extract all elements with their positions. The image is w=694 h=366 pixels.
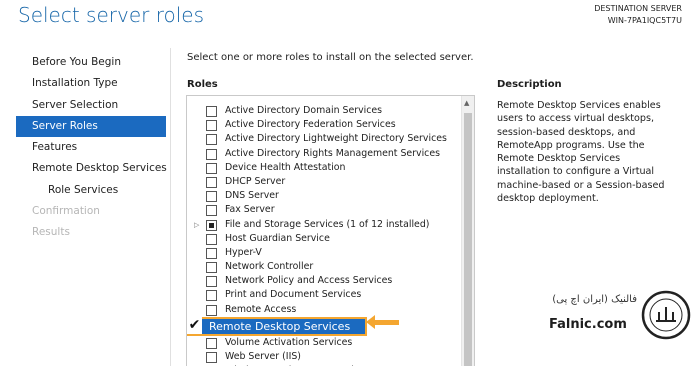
role-row-active-directory-lightweight-directory-services[interactable]: Active Directory Lightweight Directory S… bbox=[187, 132, 459, 146]
role-row-network-controller[interactable]: Network Controller bbox=[187, 260, 459, 274]
role-row-active-directory-domain-services[interactable]: Active Directory Domain Services bbox=[187, 104, 459, 118]
role-checkbox[interactable] bbox=[206, 106, 217, 117]
role-label: Hyper-V bbox=[225, 246, 262, 258]
role-label: Host Guardian Service bbox=[225, 232, 330, 244]
role-label: DNS Server bbox=[225, 190, 279, 202]
role-row-remote-desktop-services[interactable]: ✔ Remote Desktop Services bbox=[187, 316, 459, 336]
nav-item-before-you-begin[interactable]: Before You Begin bbox=[16, 52, 166, 73]
role-row-remote-access[interactable]: Remote Access bbox=[187, 303, 459, 317]
scroll-up-arrow-icon[interactable]: ▲ bbox=[464, 99, 469, 107]
roles-scrollbar[interactable]: ▲ bbox=[461, 96, 474, 366]
role-checkbox[interactable] bbox=[206, 290, 217, 302]
role-label: Remote Access bbox=[225, 303, 297, 315]
destination-server-block: DESTINATION SERVER WIN-7PA1IQC5T7U bbox=[594, 3, 682, 27]
watermark: فالنیک (ایران اچ پی) Falnic.com bbox=[545, 290, 694, 350]
nav-item-confirmation: Confirmation bbox=[32, 205, 100, 218]
scroll-thumb[interactable] bbox=[464, 113, 472, 366]
role-label: DHCP Server bbox=[225, 175, 286, 187]
role-checkbox[interactable] bbox=[206, 262, 217, 274]
role-checkbox[interactable] bbox=[206, 233, 217, 245]
role-checkbox[interactable] bbox=[206, 148, 217, 160]
role-label: Print and Document Services bbox=[225, 289, 362, 301]
role-checkbox[interactable] bbox=[206, 134, 217, 146]
role-label: Remote Desktop Services bbox=[209, 319, 351, 333]
roles-list: Active Directory Domain Services Active D… bbox=[187, 104, 459, 366]
nav-item-role-services[interactable]: Role Services bbox=[16, 180, 166, 201]
role-checkbox[interactable] bbox=[206, 337, 217, 349]
role-row-active-directory-rights-management-services[interactable]: Active Directory Rights Management Servi… bbox=[187, 147, 459, 161]
role-row-fax-server[interactable]: Fax Server bbox=[187, 203, 459, 217]
role-checkbox[interactable]: ✔ bbox=[187, 316, 203, 334]
nav-item-features[interactable]: Features bbox=[16, 137, 166, 158]
role-checkbox[interactable] bbox=[206, 120, 217, 132]
role-label: Active Directory Rights Management Servi… bbox=[225, 147, 440, 159]
role-row-device-health-attestation[interactable]: Device Health Attestation bbox=[187, 161, 459, 175]
destination-label: DESTINATION SERVER bbox=[594, 4, 682, 13]
role-label: Volume Activation Services bbox=[225, 336, 353, 348]
role-label: Fax Server bbox=[225, 204, 275, 216]
role-row-active-directory-federation-services[interactable]: Active Directory Federation Services bbox=[187, 118, 459, 132]
role-row-file-and-storage-services-1-of-12-installed[interactable]: ▷ File and Storage Services (1 of 12 inst… bbox=[187, 218, 459, 232]
description-heading: Description bbox=[497, 79, 562, 90]
role-row-print-and-document-services[interactable]: Print and Document Services bbox=[187, 288, 459, 302]
destination-server-name: WIN-7PA1IQC5T7U bbox=[607, 16, 682, 25]
watermark-site-name: Falnic.com bbox=[549, 317, 627, 332]
role-row-hyper-v[interactable]: Hyper-V bbox=[187, 246, 459, 260]
role-label: Active Directory Domain Services bbox=[225, 105, 383, 116]
role-row-dhcp-server[interactable]: DHCP Server bbox=[187, 175, 459, 189]
role-row-dns-server[interactable]: DNS Server bbox=[187, 189, 459, 203]
pointer-arrow-shaft bbox=[371, 320, 399, 325]
role-checkbox[interactable] bbox=[206, 276, 217, 288]
nav-item-server-roles[interactable]: Server Roles bbox=[16, 115, 166, 138]
role-label: Network Policy and Access Services bbox=[225, 275, 393, 287]
role-checkbox[interactable] bbox=[206, 191, 217, 203]
nav-item-results: Results bbox=[32, 226, 70, 239]
role-label: Active Directory Federation Services bbox=[225, 119, 396, 131]
falnic-seal-logo bbox=[641, 290, 691, 340]
role-checkbox[interactable] bbox=[206, 304, 217, 316]
roles-list-box: Active Directory Domain Services Active D… bbox=[186, 95, 475, 366]
role-checkbox[interactable] bbox=[206, 176, 217, 188]
role-checkbox[interactable] bbox=[206, 352, 217, 363]
role-row-web-server-iis[interactable]: Web Server (IIS) bbox=[187, 350, 459, 364]
roles-heading: Roles bbox=[187, 79, 218, 90]
nav-divider bbox=[170, 48, 171, 366]
role-label: Active Directory Lightweight Directory S… bbox=[225, 133, 447, 145]
role-row-volume-activation-services[interactable]: Volume Activation Services bbox=[187, 336, 459, 350]
role-label: Web Server (IIS) bbox=[225, 351, 301, 362]
page-title: Select server roles bbox=[18, 3, 205, 27]
nav-item-remote-desktop-services[interactable]: Remote Desktop Services bbox=[16, 158, 167, 179]
role-label: File and Storage Services (1 of 12 insta… bbox=[225, 218, 430, 230]
wizard-nav: Before You Begin Installation Type Server … bbox=[16, 52, 167, 244]
role-row-network-policy-and-access-services[interactable]: Network Policy and Access Services bbox=[187, 274, 459, 288]
role-checkbox[interactable] bbox=[206, 219, 217, 231]
role-row-host-guardian-service[interactable]: Host Guardian Service bbox=[187, 232, 459, 246]
role-label: Device Health Attestation bbox=[225, 161, 346, 173]
role-checkbox[interactable] bbox=[206, 162, 217, 174]
description-text: Remote Desktop Services enables users to… bbox=[497, 100, 665, 205]
watermark-brand-fa: فالنیک (ایران اچ پی) bbox=[552, 294, 637, 305]
role-label: Network Controller bbox=[225, 261, 314, 273]
instruction-text: Select one or more roles to install on t… bbox=[187, 52, 474, 63]
checkmark-icon: ✔ bbox=[187, 316, 202, 334]
role-checkbox[interactable] bbox=[206, 247, 217, 259]
nav-item-installation-type[interactable]: Installation Type bbox=[16, 73, 166, 94]
nav-item-server-selection[interactable]: Server Selection bbox=[16, 95, 166, 116]
expand-triangle-icon[interactable]: ▷ bbox=[194, 218, 199, 232]
role-checkbox[interactable] bbox=[206, 205, 217, 217]
